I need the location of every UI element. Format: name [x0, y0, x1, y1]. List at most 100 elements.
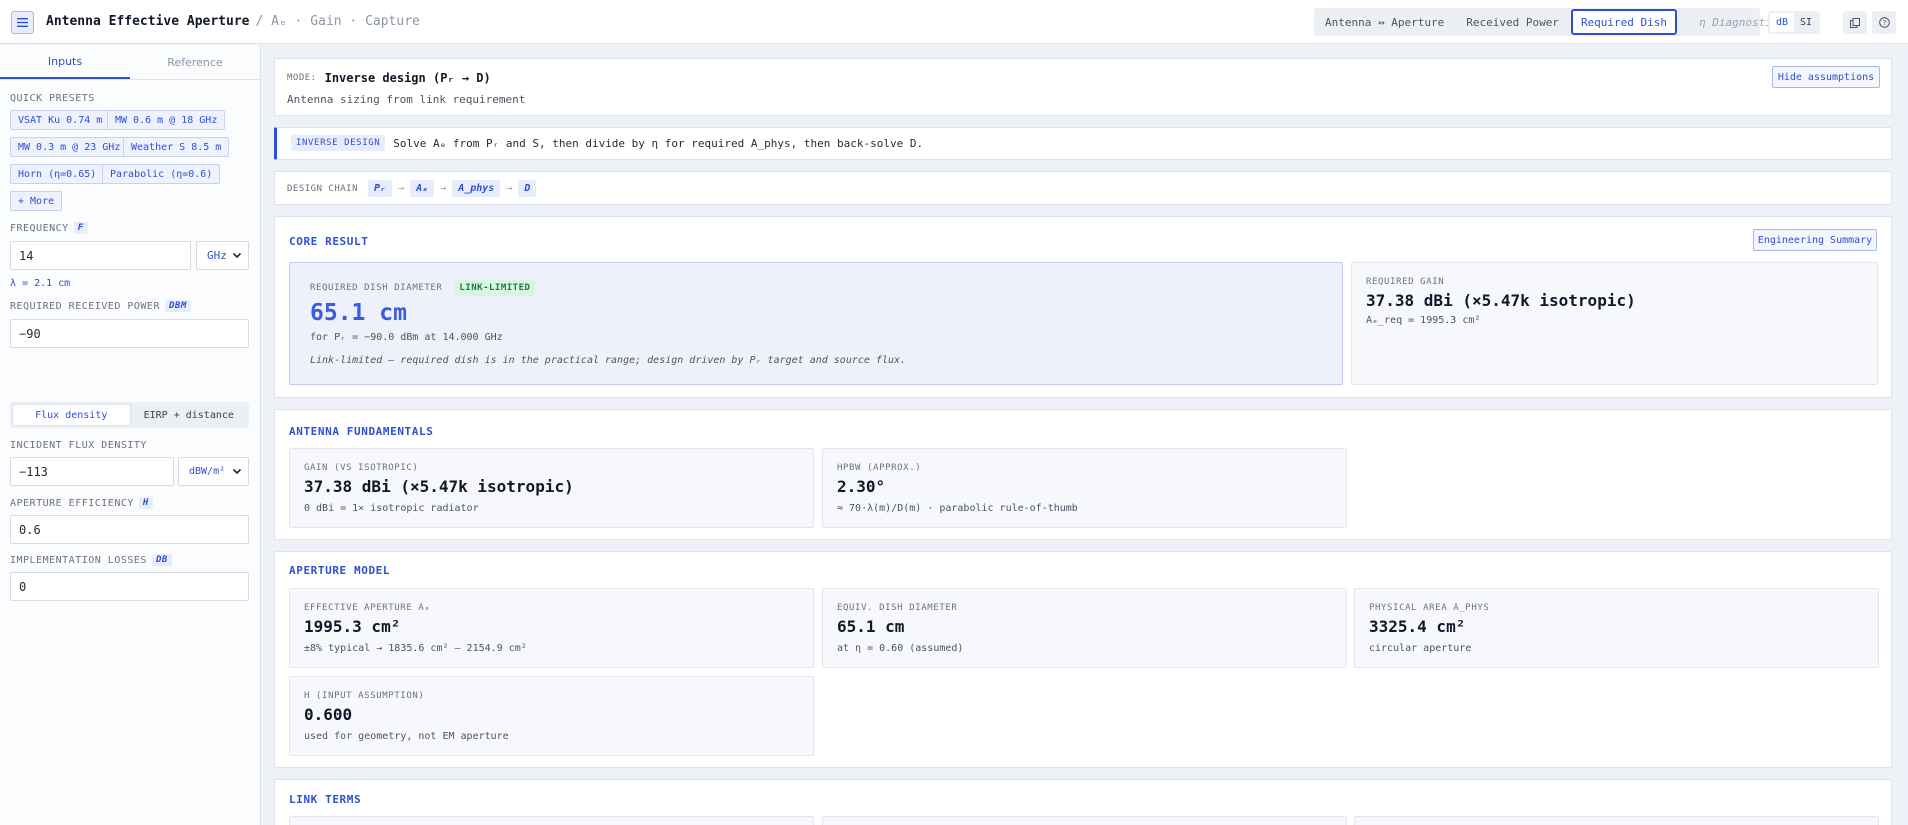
unit-db-button[interactable]: dB [1770, 13, 1794, 32]
losses-input[interactable]: 0 [10, 572, 249, 601]
hpbw-sub: ≈ 70·λ(m)/D(m) · parabolic rule-of-thumb [837, 503, 1078, 514]
mode-subtitle: Antenna sizing from link requirement [287, 93, 526, 106]
hide-assumptions-button[interactable]: Hide assumptions [1772, 66, 1880, 88]
fundamentals-title: ANTENNA FUNDAMENTALS [289, 425, 434, 438]
chain-arrow: → [398, 183, 405, 194]
app-title: Antenna Effective Aperture [46, 14, 250, 29]
inverse-design-tag: INVERSE DESIGN [291, 135, 386, 151]
required-gain-label: REQUIRED GAIN [1366, 277, 1445, 287]
effective-aperture-card: EFFECTIVE APERTURE Aₑ 1995.3 cm² ±8% typ… [289, 588, 814, 668]
link-terms-card [822, 816, 1347, 825]
eta-assumption-value: 0.600 [304, 705, 353, 724]
chain-step-d: D [518, 180, 537, 197]
preset-mw-23[interactable]: MW 0.3 m @ 23 GHz [10, 137, 129, 157]
efficiency-label-text: APERTURE EFFICIENCY [10, 497, 134, 509]
link-limited-badge: LINK-LIMITED [454, 280, 536, 296]
preset-vsat-ku[interactable]: VSAT Ku 0.74 m [10, 110, 111, 130]
source-mode-toggle: Flux density EIRP + distance [10, 402, 249, 428]
preset-mw-18[interactable]: MW 0.6 m @ 18 GHz [107, 110, 226, 130]
required-dish-sub: for Pᵣ = −90.0 dBm at 14.000 GHz [310, 332, 503, 343]
flux-density-input[interactable]: −113 [10, 457, 174, 486]
flux-unit-select[interactable]: dBW/m² [178, 457, 249, 486]
required-gain-card: REQUIRED GAIN 37.38 dBi (×5.47k isotropi… [1351, 262, 1878, 385]
wavelength-hint: λ = 2.1 cm [10, 278, 71, 289]
required-dish-card: REQUIRED DISH DIAMETER LINK-LIMITED 65.1… [289, 262, 1343, 385]
flux-density-option[interactable]: Flux density [12, 404, 131, 426]
losses-unit-symbol: DB [151, 554, 172, 566]
gain-label: GAIN (VS ISOTROPIC) [304, 463, 419, 473]
hpbw-card: HPBW (APPROX.) 2.30° ≈ 70·λ(m)/D(m) · pa… [822, 448, 1347, 528]
presets-label: QUICK PRESETS [10, 93, 95, 104]
link-terms-title: LINK TERMS [289, 793, 362, 806]
info-banner-text: Solve Aₑ from Pᵣ and S, then divide by η… [393, 136, 924, 150]
top-bar: Antenna Effective Aperture / Aₑ · Gain ·… [0, 0, 1908, 44]
eta-assumption-label: Η (INPUT ASSUMPTION) [304, 691, 425, 701]
received-power-input[interactable]: −90 [10, 319, 249, 348]
frequency-label-text: FREQUENCY [10, 222, 69, 234]
tab-reference[interactable]: Reference [130, 45, 260, 79]
link-terms-panel: LINK TERMS [274, 779, 1892, 825]
received-power-unit-symbol: DBM [164, 300, 191, 312]
mode-received-power[interactable]: Received Power [1458, 11, 1567, 33]
physical-area-value: 3325.4 cm² [1369, 617, 1466, 636]
unit-toggle: dB SI [1768, 11, 1820, 34]
gain-card: GAIN (VS ISOTROPIC) 37.38 dBi (×5.47k is… [289, 448, 814, 528]
gain-value: 37.38 dBi (×5.47k isotropic) [304, 477, 574, 496]
link-terms-card [289, 816, 814, 825]
eta-assumption-sub: used for geometry, not EM aperture [304, 731, 509, 742]
preset-more-button[interactable]: + More [10, 191, 63, 211]
chevron-down-icon [232, 252, 242, 259]
losses-label: IMPLEMENTATION LOSSES DB [10, 554, 172, 566]
help-button[interactable]: ? [1872, 11, 1896, 34]
copy-button[interactable] [1843, 11, 1867, 34]
equiv-diameter-value: 65.1 cm [837, 617, 905, 636]
frequency-symbol: F [73, 222, 88, 234]
required-gain-value: 37.38 dBi (×5.47k isotropic) [1366, 291, 1636, 310]
received-power-label: REQUIRED RECEIVED POWER DBM [10, 300, 191, 312]
required-gain-sub: Aₑ_req = 1995.3 cm² [1366, 315, 1481, 326]
efficiency-symbol: Η [138, 497, 153, 509]
mode-antenna-aperture[interactable]: Antenna ↔ Aperture [1317, 11, 1452, 33]
svg-text:?: ? [1882, 19, 1886, 27]
mode-label: MODE: [287, 73, 317, 83]
unit-si-button[interactable]: SI [1794, 13, 1818, 32]
frequency-input[interactable]: 14 [10, 241, 191, 270]
chain-step-aphys: A_phys [452, 180, 501, 197]
engineering-summary-button[interactable]: Engineering Summary [1753, 229, 1877, 251]
aperture-model-panel: APERTURE MODEL EFFECTIVE APERTURE Aₑ 199… [274, 551, 1892, 768]
design-chain-label: DESIGN CHAIN [287, 183, 359, 194]
efficiency-input[interactable]: 0.6 [10, 515, 249, 544]
eta-assumption-card: Η (INPUT ASSUMPTION) 0.600 used for geom… [289, 676, 814, 756]
chain-step-ae: Aₑ [410, 180, 435, 197]
tab-inputs[interactable]: Inputs [0, 45, 130, 79]
frequency-unit-select[interactable]: GHz [196, 241, 249, 270]
equiv-diameter-card: EQUIV. DISH DIAMETER 65.1 cm at η = 0.60… [822, 588, 1347, 668]
menu-button[interactable] [11, 11, 34, 34]
preset-horn[interactable]: Horn (η=0.65) [10, 164, 105, 184]
sidebar: Inputs Reference QUICK PRESETS VSAT Ku 0… [0, 45, 261, 825]
equiv-diameter-label: EQUIV. DISH DIAMETER [837, 603, 958, 613]
chain-step-pr: Pᵣ [368, 180, 393, 197]
frequency-label: FREQUENCY F [10, 222, 88, 234]
core-result-title: CORE RESULT [289, 235, 369, 248]
required-dish-note: Link-limited — required dish is in the p… [310, 355, 907, 366]
sidebar-tabs: Inputs Reference [0, 45, 260, 80]
design-chain-panel: DESIGN CHAIN Pᵣ → Aₑ → A_phys → D [274, 171, 1892, 205]
flux-unit-value: dBW/m² [189, 466, 226, 477]
fundamentals-panel: ANTENNA FUNDAMENTALS GAIN (VS ISOTROPIC)… [274, 409, 1892, 540]
preset-parabolic[interactable]: Parabolic (η=0.6) [102, 164, 221, 184]
effective-aperture-sub: ±8% typical → 1835.6 cm² – 2154.9 cm² [304, 643, 527, 654]
aperture-model-title: APERTURE MODEL [289, 564, 391, 577]
effective-aperture-label: EFFECTIVE APERTURE Aₑ [304, 603, 431, 613]
link-terms-card [1354, 816, 1879, 825]
physical-area-sub: circular aperture [1369, 643, 1472, 654]
losses-label-text: IMPLEMENTATION LOSSES [10, 554, 147, 566]
preset-weather-s[interactable]: Weather S 8.5 m [123, 137, 230, 157]
eirp-distance-option[interactable]: EIRP + distance [131, 404, 248, 426]
flux-density-label: INCIDENT FLUX DENSITY [10, 440, 147, 451]
required-dish-label: REQUIRED DISH DIAMETER [310, 283, 443, 293]
hpbw-label: HPBW (APPROX.) [837, 463, 922, 473]
equiv-diameter-sub: at η = 0.60 (assumed) [837, 643, 964, 654]
copy-icon [1850, 17, 1860, 28]
mode-required-dish[interactable]: Required Dish [1570, 9, 1678, 35]
